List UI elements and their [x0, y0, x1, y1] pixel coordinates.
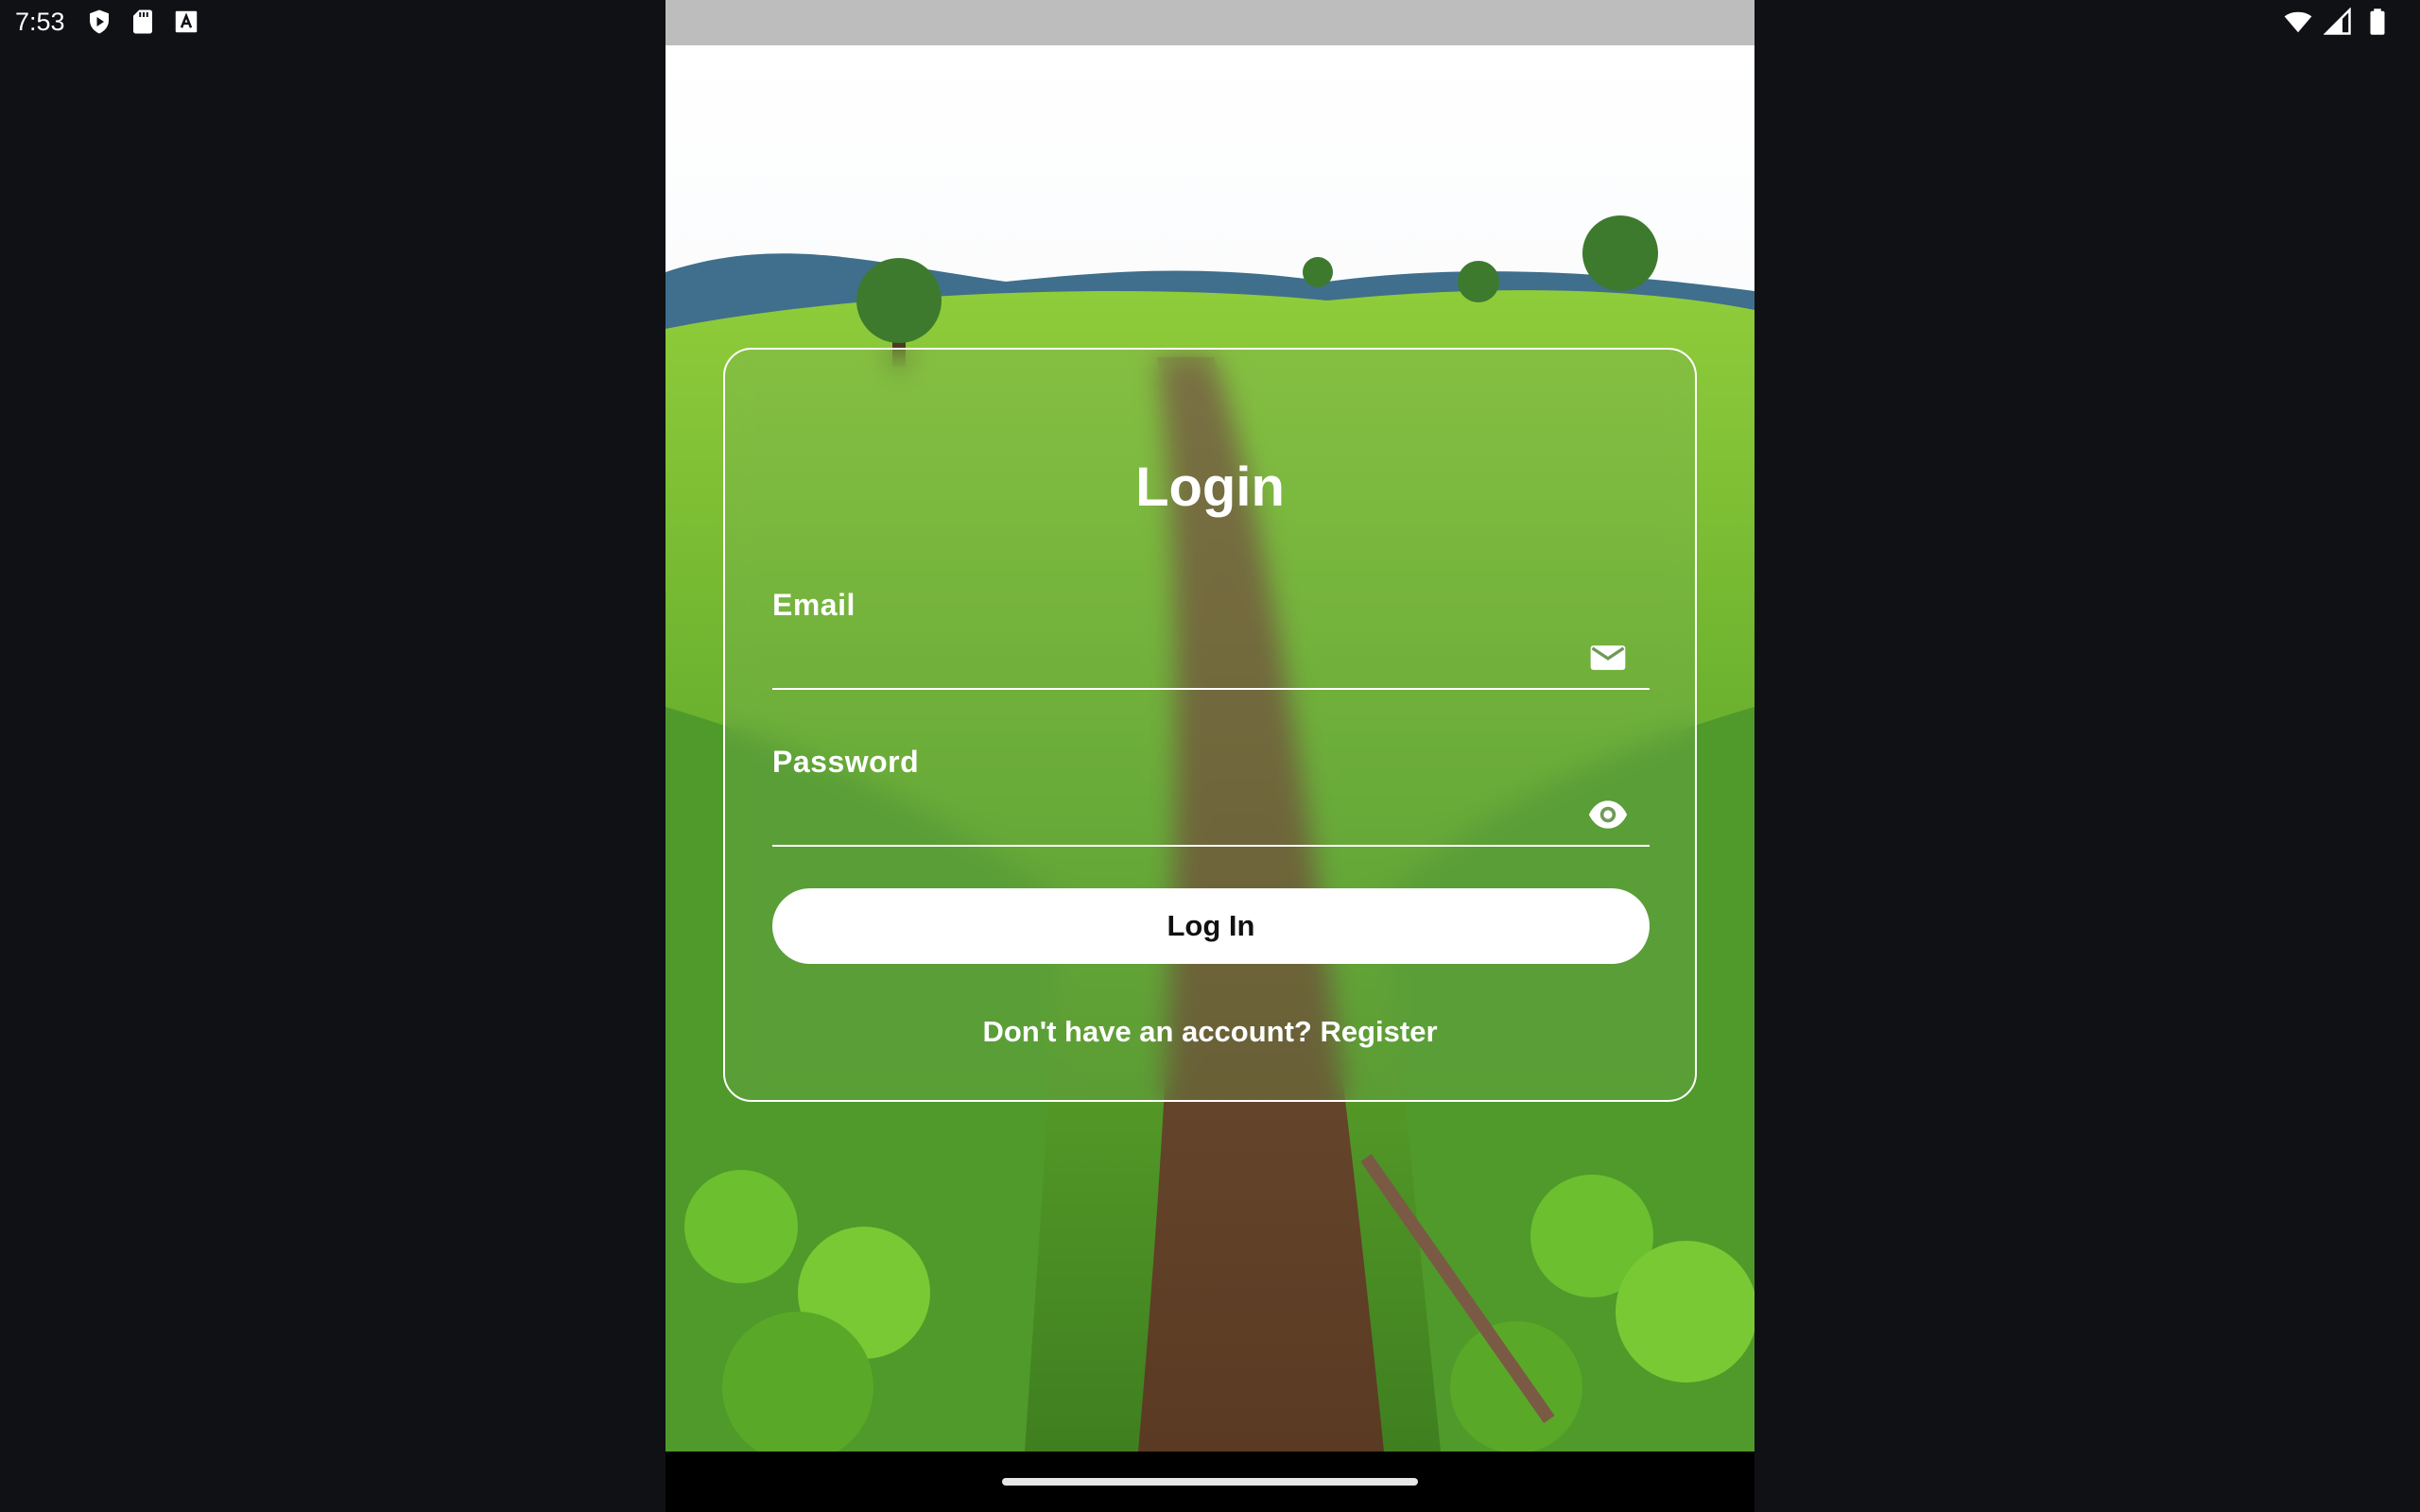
app-top-bar: [666, 0, 1754, 45]
play-protect-icon: [90, 9, 109, 34]
app-window: Login Email Password Log In Don't have a…: [666, 0, 1754, 1512]
password-underline: [772, 845, 1650, 847]
login-card: Login Email Password Log In Don't have a…: [723, 348, 1697, 1102]
wifi-icon: [2284, 11, 2312, 33]
email-label: Email: [772, 588, 856, 622]
password-field[interactable]: Password: [772, 731, 1650, 847]
status-icons-left: [85, 8, 200, 36]
log-in-button[interactable]: Log In: [772, 888, 1650, 964]
sd-card-icon: [133, 9, 152, 34]
keyboard-a-icon: [175, 10, 198, 33]
password-label: Password: [772, 745, 920, 779]
email-input[interactable]: [772, 631, 1589, 686]
eye-icon[interactable]: [1587, 794, 1629, 835]
status-icons-right: [2284, 8, 2392, 36]
email-field[interactable]: Email: [772, 575, 1650, 690]
password-input[interactable]: [772, 788, 1589, 843]
mail-icon: [1590, 645, 1626, 670]
email-underline: [772, 688, 1650, 690]
battery-icon: [2370, 9, 2385, 35]
home-indicator[interactable]: [1002, 1478, 1418, 1486]
navigation-bar: [666, 1452, 1754, 1512]
login-title: Login: [1135, 456, 1285, 518]
status-time: 7:53: [15, 8, 65, 36]
cell-signal-icon: [2324, 8, 2351, 35]
register-link[interactable]: Don't have an account? Register: [725, 1015, 1695, 1049]
